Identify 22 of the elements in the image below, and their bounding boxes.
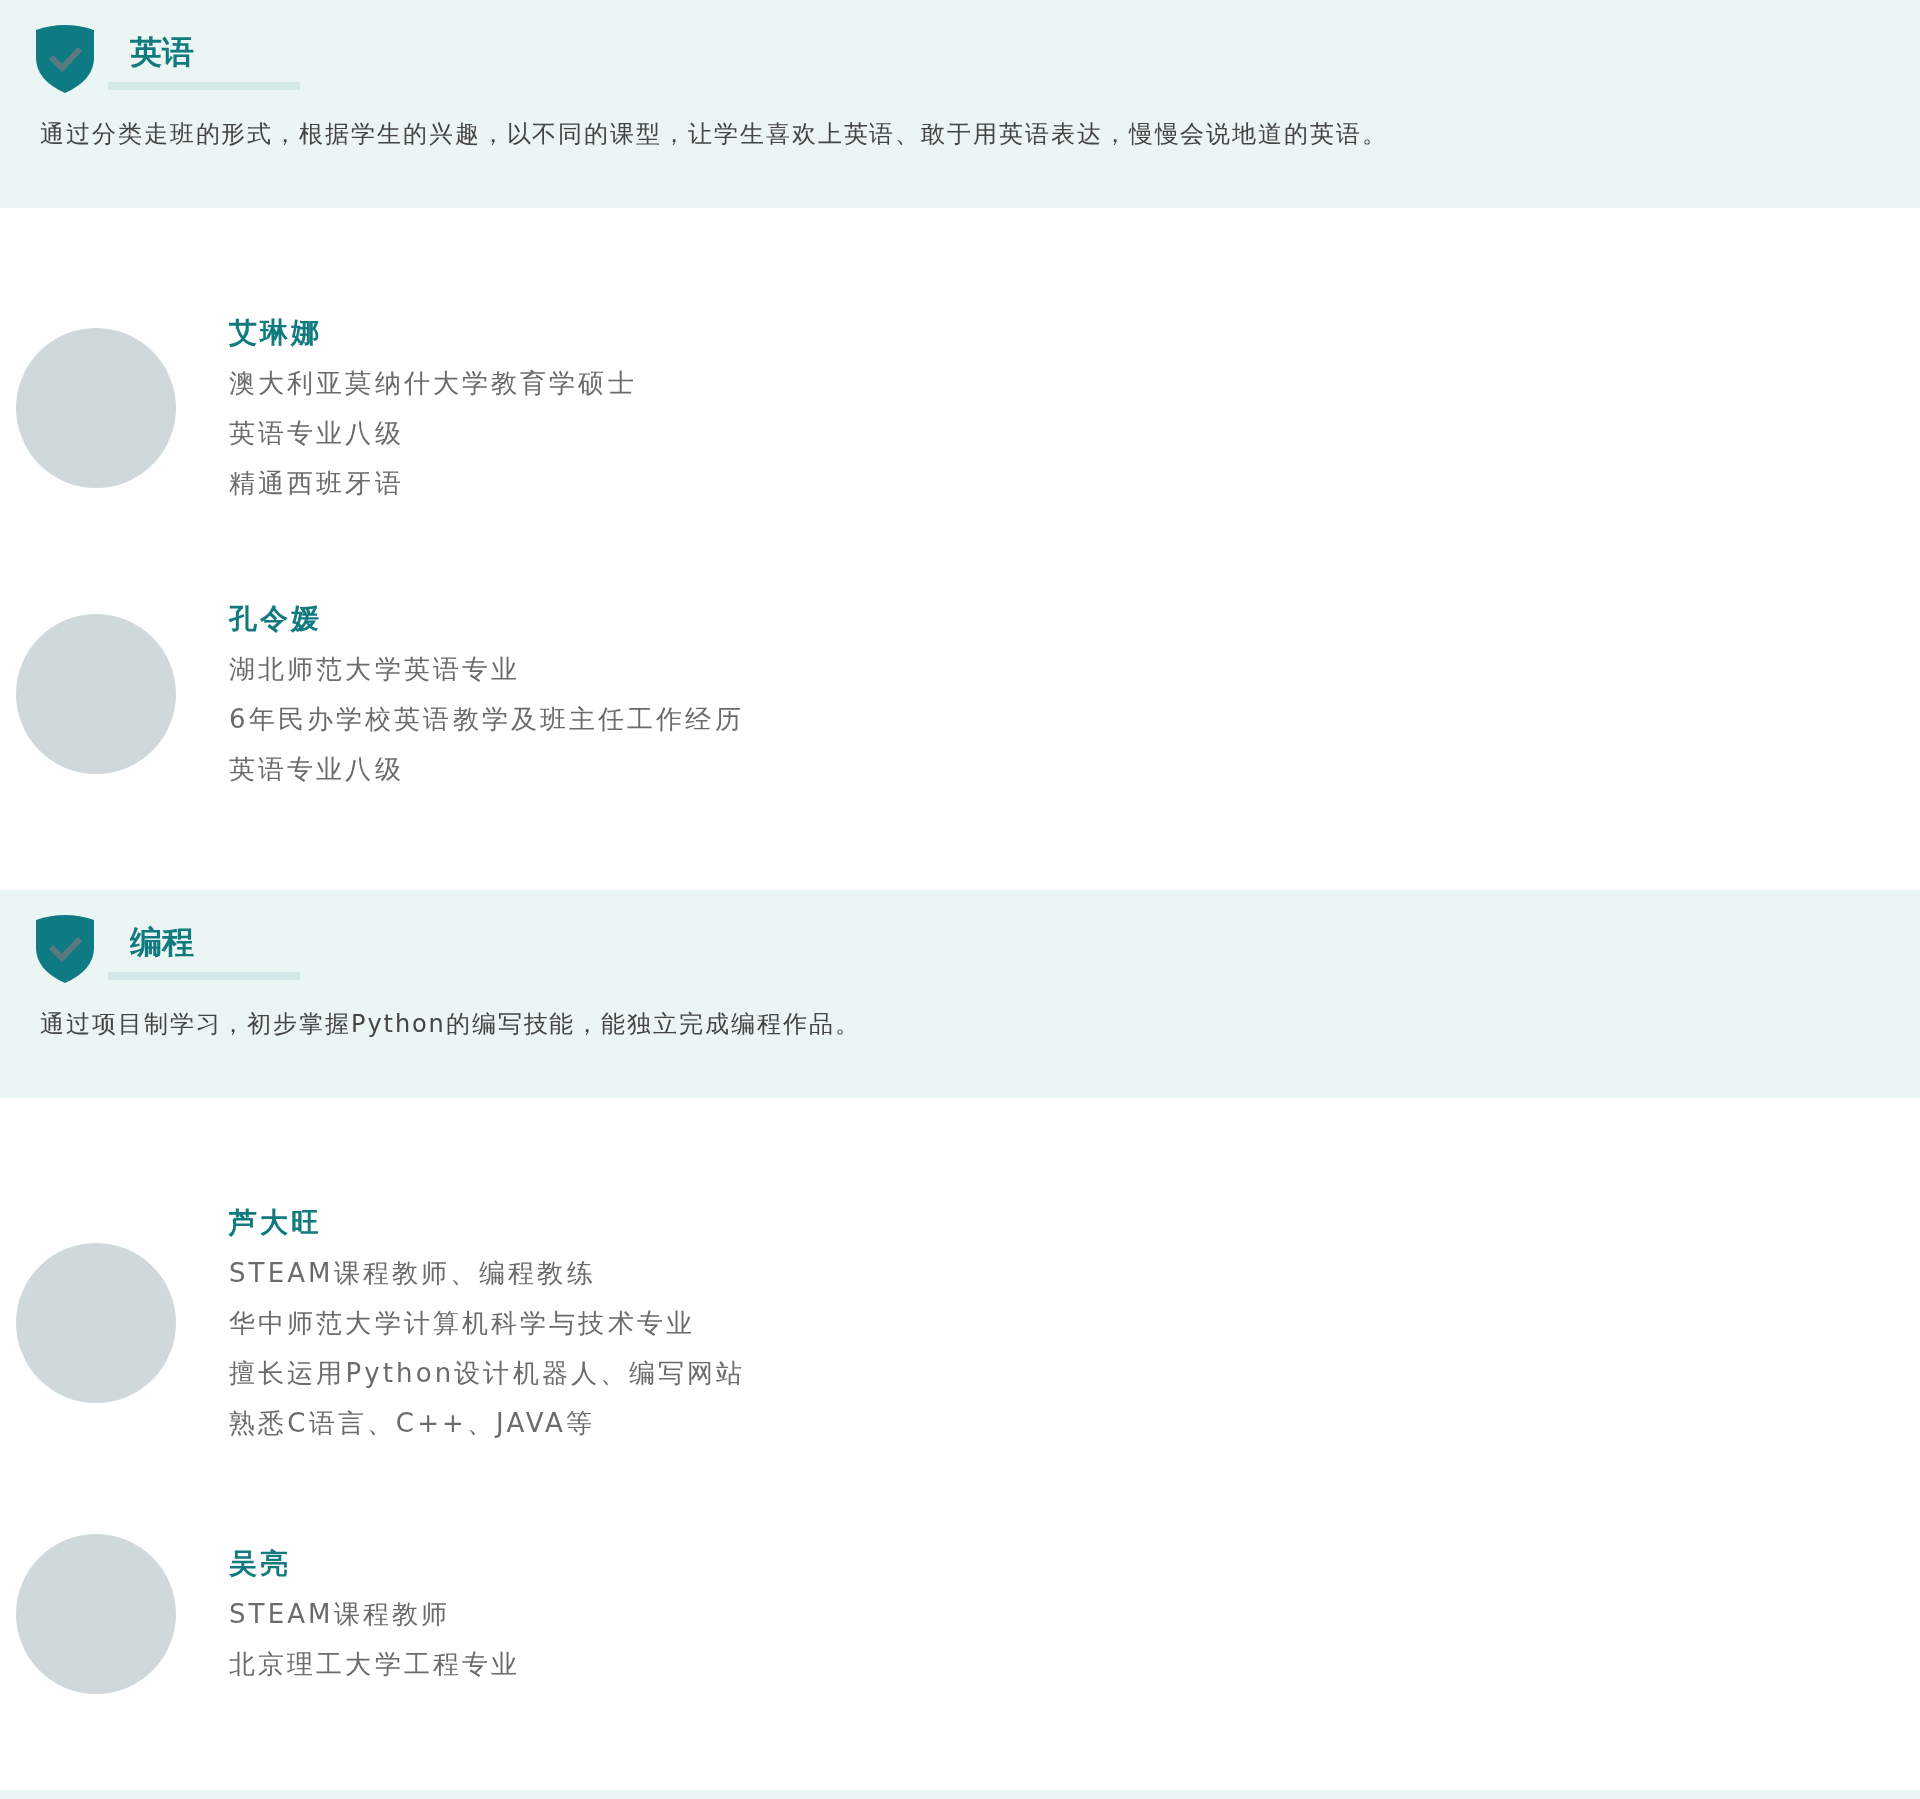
teacher-credential: 英语专业八级: [229, 753, 405, 786]
teacher-credential: 熟悉C语言、C++、JAVA等: [229, 1407, 596, 1440]
section-title: 编程: [129, 922, 195, 962]
teacher-credential: 英语专业八级: [229, 417, 405, 450]
shield-check-icon: [34, 24, 96, 94]
teacher-credential: 湖北师范大学英语专业: [229, 653, 522, 686]
shield-check-icon: [34, 914, 96, 984]
teacher-credential: 精通西班牙语: [229, 467, 405, 500]
teacher-name: 吴亮: [229, 1546, 292, 1582]
teacher-credential: 华中师范大学计算机科学与技术专业: [229, 1307, 696, 1340]
section-description: 通过分类走班的形式，根据学生的兴趣，以不同的课型，让学生喜欢上英语、敢于用英语表达，慢慢会说地道的英语。: [39, 119, 1389, 150]
teacher-name: 孔令媛: [229, 601, 323, 637]
teacher-credential: STEAM课程教师、编程教练: [229, 1257, 597, 1290]
teacher-name: 艾琳娜: [229, 315, 323, 351]
section-description: 通过项目制学习，初步掌握Python的编写技能，能独立完成编程作品。: [39, 1009, 862, 1040]
teacher-credential: 北京理工大学工程专业: [229, 1648, 521, 1681]
teacher-credential: STEAM课程教师: [229, 1598, 452, 1631]
teacher-name: 芦大旺: [229, 1205, 323, 1241]
teacher-credential: 6年民办学校英语教学及班主任工作经历: [229, 703, 744, 736]
teacher-credential: 澳大利亚莫纳什大学教育学硕士: [229, 367, 637, 400]
section-title: 英语: [129, 32, 195, 72]
teacher-credential: 擅长运用Python设计机器人、编写网站: [229, 1357, 746, 1390]
